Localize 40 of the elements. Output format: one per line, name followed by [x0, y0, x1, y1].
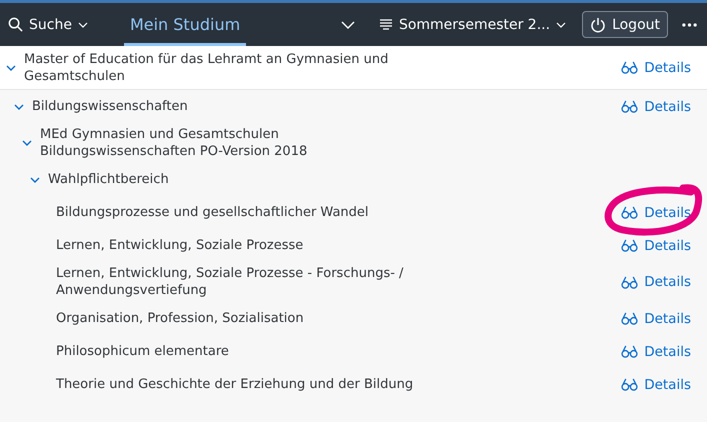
tree-item-label[interactable]: MEd Gymnasien und Gesamtschulen Bildungswissenschaften PO-Version 2018	[40, 126, 430, 160]
search-button[interactable]: Suche	[8, 16, 88, 32]
chevron-icon[interactable]	[30, 174, 40, 184]
details-link[interactable]: Details	[621, 204, 691, 220]
glasses-icon	[621, 61, 638, 74]
chevron-icon[interactable]	[6, 62, 16, 72]
tree-item-label[interactable]: Lernen, Entwicklung, Soziale Prozesse	[56, 237, 304, 254]
tree-item-label[interactable]: Wahlpflichtbereich	[48, 171, 169, 188]
glasses-icon	[621, 378, 638, 391]
glasses-icon	[621, 239, 638, 252]
glasses-icon	[621, 312, 638, 325]
chevron-icon[interactable]	[14, 102, 24, 112]
chevron-down-icon	[556, 20, 566, 30]
details-link[interactable]: Details	[621, 98, 691, 114]
details-link[interactable]: Details	[621, 238, 691, 254]
chevron-down-icon[interactable]	[340, 20, 355, 30]
tree-item-label[interactable]: Bildungsprozesse und gesellschaftlicher Wandel	[56, 204, 369, 221]
tree-item-label[interactable]: Philosophicum elementare	[56, 343, 229, 360]
glasses-icon	[621, 100, 638, 113]
tree-item-label[interactable]: Lernen, Entwicklung, Soziale Prozesse - Forschungs- / Anwendungsvertiefung	[56, 265, 446, 299]
tree-item-label[interactable]: Master of Education für das Lehramt an Gymnasien und Gesamtschulen	[24, 50, 414, 84]
details-link[interactable]: Details	[621, 376, 691, 392]
logout-button[interactable]: Logout	[582, 11, 668, 38]
more-icon[interactable]	[682, 22, 697, 26]
list-icon	[378, 18, 393, 32]
chevron-down-icon	[78, 20, 88, 30]
glasses-icon	[621, 206, 638, 219]
details-link[interactable]: Details	[621, 274, 691, 290]
glasses-icon	[621, 276, 638, 288]
power-icon	[590, 16, 606, 32]
tree-item-label[interactable]: Organisation, Profession, Sozialisation	[56, 310, 304, 327]
glasses-icon	[621, 345, 638, 358]
semester-dropdown[interactable]: Sommersemester 2...	[378, 16, 566, 32]
chevron-icon[interactable]	[22, 138, 32, 148]
tree-item-label[interactable]: Theorie und Geschichte der Erziehung und der Bildung	[56, 376, 414, 393]
details-link[interactable]: Details	[621, 60, 691, 76]
tree-item-label[interactable]: Bildungswissenschaften	[32, 98, 188, 115]
details-link[interactable]: Details	[621, 344, 691, 360]
details-link[interactable]: Details	[621, 310, 691, 326]
search-icon	[8, 17, 23, 32]
